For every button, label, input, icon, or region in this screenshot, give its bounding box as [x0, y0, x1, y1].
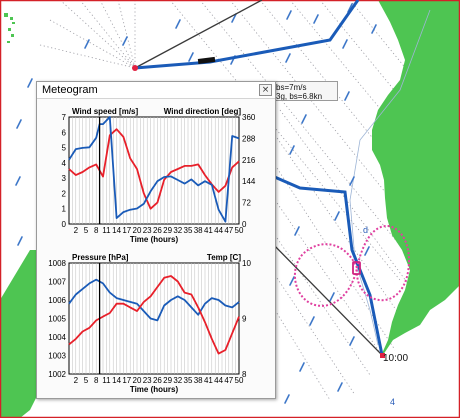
chart1-x-tick-label: 29	[163, 226, 172, 235]
chart1-x-tick-label: 11	[102, 226, 111, 235]
chart1-left-tick-label: 6	[62, 128, 67, 137]
chart1-right-axis-title: Wind direction [deg]	[164, 107, 242, 116]
chart2-right-axis-title: Temp [C]	[207, 253, 241, 262]
chart1-left-tick-label: 1	[62, 205, 67, 214]
start-point[interactable]	[132, 65, 138, 71]
chart1-x-tick-label: 32	[173, 226, 182, 235]
chart2-left-tick-label: 1003	[48, 352, 66, 361]
chart1-x-tick-label: 20	[133, 226, 142, 235]
time-marker-label: 10:00	[383, 353, 408, 364]
chart2-x-axis-title: Time (hours)	[130, 385, 179, 394]
chart2-right-tick-label: 9	[242, 315, 247, 324]
chart2-x-tick-label: 2	[74, 376, 79, 385]
chart1-x-tick-label: 47	[224, 226, 233, 235]
chart1-right-tick-label: 216	[242, 156, 256, 165]
chart2-x-tick-label: 20	[133, 376, 142, 385]
chart1-right-tick-label: 72	[242, 199, 251, 208]
chart2-x-tick-label: 5	[84, 376, 89, 385]
chart2-right-tick-label: 10	[242, 259, 251, 268]
chart1-left-tick-label: 0	[62, 220, 67, 229]
chart2-x-tick-label: 26	[153, 376, 162, 385]
chart2-x-tick-label: 41	[204, 376, 213, 385]
meteogram-window[interactable]: Meteogram × 2 5 8 11 14 17 20 23 26 29 32 35 38 41 44 4…	[36, 81, 276, 399]
chart2-right-tick-label: 8	[242, 370, 247, 379]
chart1-x-tick-label: 23	[143, 226, 152, 235]
chart2-left-tick-label: 1007	[48, 278, 66, 287]
close-button[interactable]: ×	[259, 84, 272, 96]
chart2-left-tick-label: 1002	[48, 370, 66, 379]
chart2-left-tick-label: 1006	[48, 296, 66, 305]
chart1-right-tick-label: 360	[242, 113, 256, 122]
chart2-x-tick-label: 23	[143, 376, 152, 385]
chart1-x-tick-label: 35	[184, 226, 193, 235]
chart1-right-tick-label: 288	[242, 134, 256, 143]
meteogram-title: Meteogram	[42, 84, 98, 96]
chart1-right-tick-label: 144	[242, 177, 256, 186]
chart2-left-tick-label: 1008	[48, 259, 66, 268]
chart1-left-tick-label: 3	[62, 174, 67, 183]
chart2-left-tick-label: 1005	[48, 315, 66, 324]
chart1-left-tick-label: 7	[62, 113, 67, 122]
chart1-x-tick-label: 5	[84, 226, 89, 235]
chart1-left-tick-label: 4	[62, 159, 67, 168]
chart2-x-tick-label: 17	[122, 376, 131, 385]
chart2-x-tick-label: 35	[184, 376, 193, 385]
chart1-x-axis-title: Time (hours)	[130, 235, 179, 244]
chart2-left-tick-label: 1004	[48, 333, 66, 342]
chart1-x-tick-label: 41	[204, 226, 213, 235]
tooltip-line-2: 3g, bs=6.8kn	[276, 92, 323, 101]
info-tooltip: bs=7m/s 3g, bs=6.8kn	[272, 81, 338, 101]
chart1-left-tick-label: 5	[62, 144, 67, 153]
chart2-x-tick-label: 11	[102, 376, 111, 385]
chart2-x-tick-label: 29	[163, 376, 172, 385]
chart1-left-tick-label: 2	[62, 189, 67, 198]
chart2-x-tick-label: 44	[214, 376, 223, 385]
chart1-x-tick-label: 2	[74, 226, 79, 235]
chart1-x-tick-label: 17	[122, 226, 131, 235]
chart2-x-tick-label: 38	[194, 376, 203, 385]
chart2-x-tick-label: 32	[173, 376, 182, 385]
meteogram-charts: 2 5 8 11 14 17 20 23 26 29 32 35 38 41 44 47 50012345670…	[48, 107, 256, 394]
chart1-right-tick-label: 0	[242, 220, 247, 229]
chart2-x-tick-label: 47	[224, 376, 233, 385]
chart2-left-axis-title: Pressure [hPa]	[72, 253, 129, 262]
chart1-x-tick-label: 8	[94, 226, 99, 235]
tooltip-line-1: bs=7m/s	[276, 83, 307, 92]
meteogram-titlebar[interactable]: Meteogram ×	[37, 82, 275, 99]
chart1-left-axis-title: Wind speed [m/s]	[72, 107, 138, 116]
chart1-x-tick-label: 38	[194, 226, 203, 235]
chart1-x-tick-label: 44	[214, 226, 223, 235]
chart2-x-tick-label: 8	[94, 376, 99, 385]
chart1-x-tick-label: 14	[112, 226, 121, 235]
waypoint-4-label: 4	[390, 397, 395, 407]
chart2-x-tick-label: 14	[112, 376, 121, 385]
chart1-x-tick-label: 26	[153, 226, 162, 235]
waypoint-d-label: d	[363, 225, 368, 235]
